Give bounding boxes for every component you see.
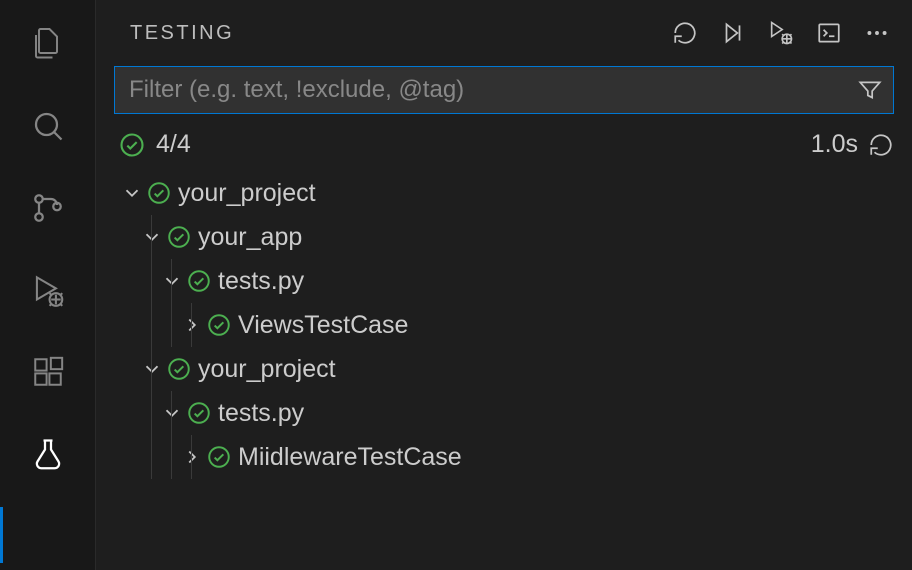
explorer-icon[interactable] — [26, 22, 70, 66]
panel-actions — [670, 18, 892, 48]
test-pass-icon — [146, 180, 172, 206]
filter-row — [96, 60, 912, 120]
status-count: 4/4 — [156, 130, 191, 159]
status-duration: 1.0s — [811, 130, 858, 159]
refresh-tests-button[interactable] — [670, 18, 700, 48]
panel-title: TESTING — [130, 22, 234, 45]
test-tree: your_project your_app tests.py ViewsTestCas… — [96, 167, 912, 483]
search-icon[interactable] — [26, 104, 70, 148]
tree-item[interactable]: tests.py — [96, 259, 912, 303]
tree-item[interactable]: your_app — [96, 215, 912, 259]
chevron-down-icon[interactable] — [158, 402, 186, 424]
chevron-right-icon[interactable] — [178, 314, 206, 336]
chevron-right-icon[interactable] — [178, 446, 206, 468]
tree-item-label: your_app — [198, 223, 302, 252]
testing-icon[interactable] — [26, 432, 70, 476]
status-pass-icon — [118, 131, 146, 159]
tree-item[interactable]: your_project — [96, 171, 912, 215]
tree-item-label: your_project — [178, 179, 316, 208]
active-view-indicator — [0, 507, 3, 563]
chevron-down-icon[interactable] — [118, 182, 146, 204]
status-summary: 4/4 — [118, 130, 191, 159]
test-pass-icon — [186, 268, 212, 294]
tree-item[interactable]: your_project — [96, 347, 912, 391]
filter-container — [114, 66, 894, 114]
tree-item[interactable]: MiidlewareTestCase — [96, 435, 912, 479]
test-pass-icon — [206, 444, 232, 470]
more-actions-button[interactable] — [862, 18, 892, 48]
test-pass-icon — [166, 356, 192, 382]
test-pass-icon — [186, 400, 212, 426]
chevron-down-icon[interactable] — [158, 270, 186, 292]
run-all-tests-button[interactable] — [718, 18, 748, 48]
test-pass-icon — [166, 224, 192, 250]
tree-item-label: ViewsTestCase — [238, 311, 408, 340]
test-pass-icon — [206, 312, 232, 338]
tree-item[interactable]: ViewsTestCase — [96, 303, 912, 347]
show-output-button[interactable] — [814, 18, 844, 48]
tree-item-label: your_project — [198, 355, 336, 384]
tree-item[interactable]: tests.py — [96, 391, 912, 435]
status-row: 4/4 1.0s — [96, 120, 912, 167]
activity-bar — [0, 0, 96, 570]
debug-tests-button[interactable] — [766, 18, 796, 48]
filter-input[interactable] — [129, 76, 857, 104]
chevron-down-icon[interactable] — [138, 358, 166, 380]
filter-icon[interactable] — [857, 77, 883, 103]
extensions-icon[interactable] — [26, 350, 70, 394]
tree-item-label: MiidlewareTestCase — [238, 443, 462, 472]
tree-item-label: tests.py — [218, 399, 304, 428]
chevron-down-icon[interactable] — [138, 226, 166, 248]
panel-header: TESTING — [96, 0, 912, 60]
status-duration-group: 1.0s — [811, 130, 894, 159]
testing-panel: TESTING — [96, 0, 912, 570]
run-debug-icon[interactable] — [26, 268, 70, 312]
source-control-icon[interactable] — [26, 186, 70, 230]
tree-item-label: tests.py — [218, 267, 304, 296]
rerun-button[interactable] — [868, 132, 894, 158]
